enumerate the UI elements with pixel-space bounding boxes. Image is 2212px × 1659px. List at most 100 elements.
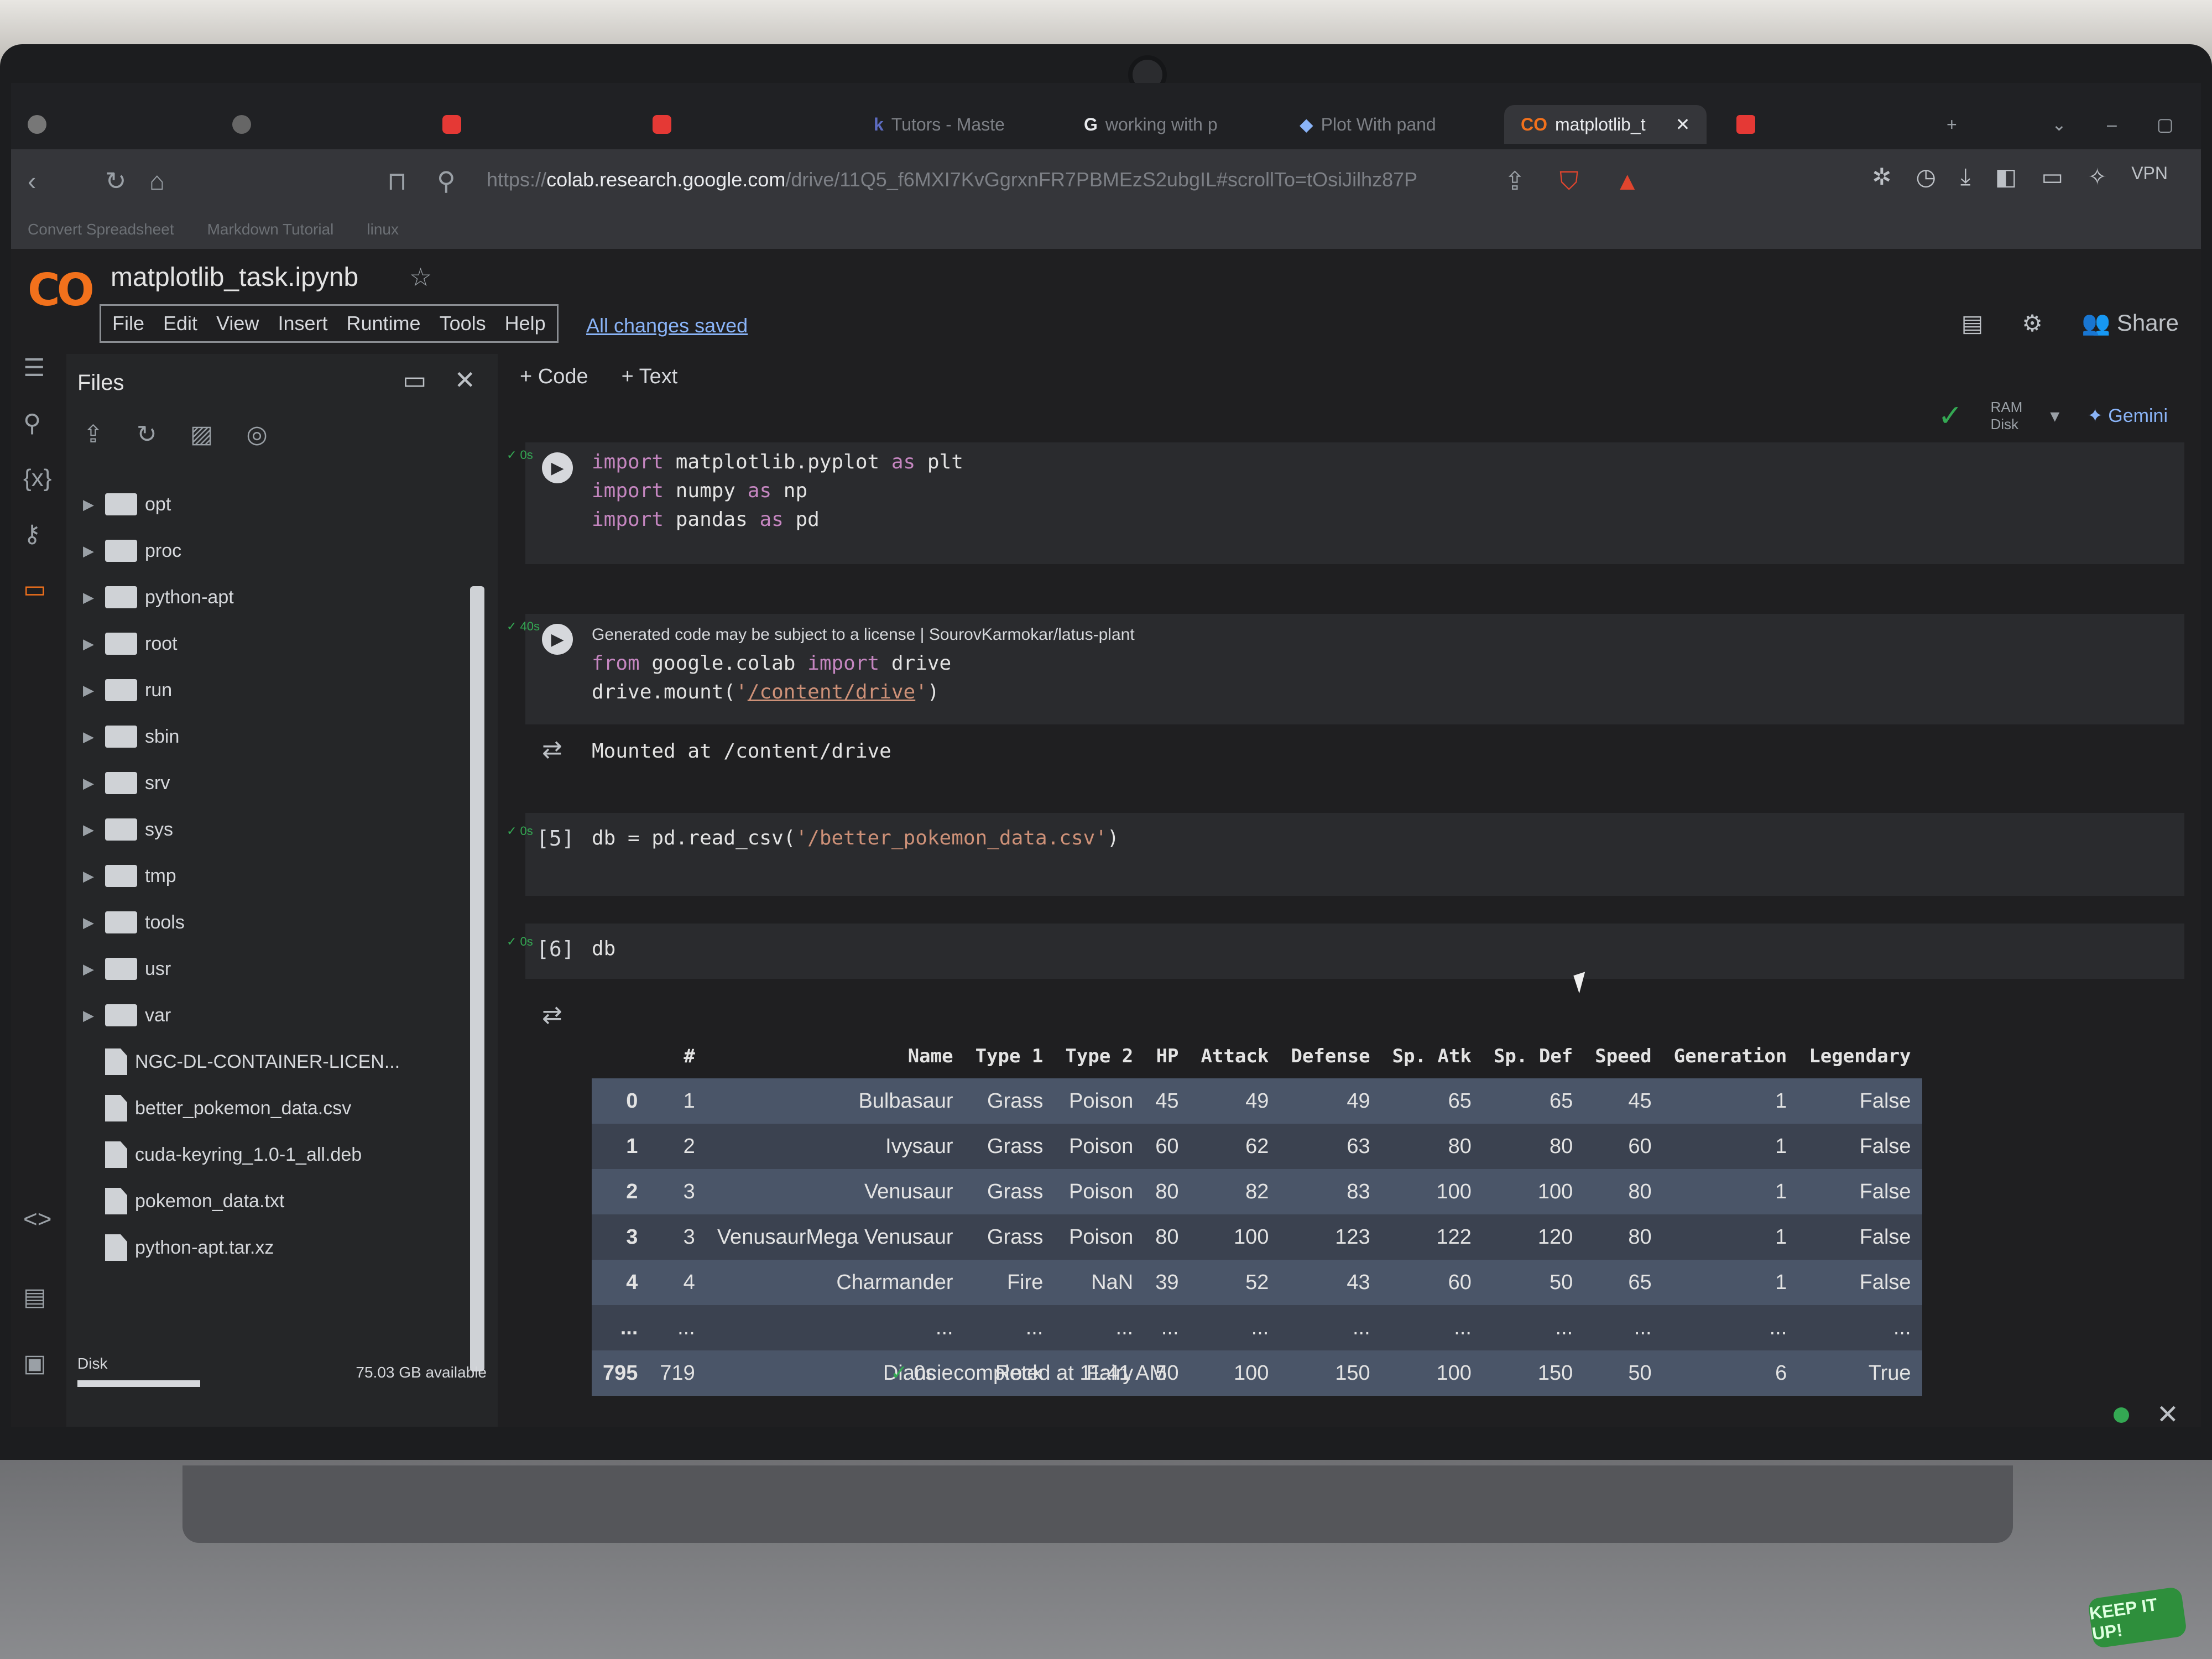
- file-item[interactable]: NGC-DL-CONTAINER-LICEN...: [66, 1039, 487, 1085]
- tab[interactable]: [232, 105, 251, 144]
- leo-icon[interactable]: ✧: [2088, 163, 2107, 190]
- run-cell-button[interactable]: ▶: [542, 452, 573, 483]
- menu-help[interactable]: Help: [505, 312, 546, 335]
- brave-shield-icon[interactable]: ⛉: [1559, 166, 1579, 197]
- close-tab-icon[interactable]: ✕: [1676, 114, 1691, 135]
- expand-arrow-icon[interactable]: ▶: [72, 914, 105, 931]
- site-settings-icon[interactable]: ⚲: [437, 166, 456, 196]
- output-toggle-icon[interactable]: ⇄: [542, 1001, 562, 1029]
- gemini-button[interactable]: ✦ Gemini: [2087, 405, 2168, 427]
- home-icon[interactable]: ⌂: [149, 166, 165, 196]
- new-tab-icon[interactable]: +: [1947, 105, 1957, 144]
- back-icon[interactable]: ‹: [28, 166, 36, 196]
- code-snippets-icon[interactable]: <>: [23, 1206, 51, 1233]
- code-cell[interactable]: ✓ 0s ▶ import matplotlib.pyplot as plt i…: [507, 442, 2184, 564]
- brave-rewards-icon[interactable]: ▲: [1615, 166, 1640, 196]
- code-cell[interactable]: ✓ 0s [5] db = pd.read_csv('/better_pokem…: [507, 813, 2184, 896]
- menu-insert[interactable]: Insert: [278, 312, 327, 335]
- vpn-button[interactable]: VPN: [2131, 163, 2168, 190]
- chevron-down-icon[interactable]: ⌄: [2052, 105, 2067, 144]
- hide-files-icon[interactable]: ◎: [246, 420, 267, 448]
- expand-arrow-icon[interactable]: ▶: [72, 635, 105, 653]
- folder-item[interactable]: ▶ sbin: [66, 713, 487, 760]
- expand-arrow-icon[interactable]: ▶: [72, 542, 105, 560]
- share-page-icon[interactable]: ⇪: [1504, 166, 1526, 196]
- share-button[interactable]: 👥 Share: [2081, 310, 2179, 337]
- notebook-title[interactable]: matplotlib_task.ipynb: [111, 262, 358, 293]
- folder-item[interactable]: ▶ python-apt: [66, 574, 487, 620]
- maximize-icon[interactable]: ▢: [2157, 105, 2173, 144]
- command-palette-icon[interactable]: ▤: [23, 1283, 46, 1311]
- expand-arrow-icon[interactable]: ▶: [72, 496, 105, 513]
- open-in-tab-icon[interactable]: ▭: [403, 365, 426, 395]
- output-toggle-icon[interactable]: ⇄: [542, 735, 562, 764]
- file-item[interactable]: pokemon_data.txt: [66, 1178, 487, 1224]
- browser-menu-icon[interactable]: [28, 105, 46, 144]
- folder-item[interactable]: ▶ tmp: [66, 853, 487, 899]
- add-code-cell-button[interactable]: + Code: [520, 365, 588, 389]
- tab[interactable]: ◆ Plot With pand: [1300, 105, 1436, 144]
- reload-icon[interactable]: ↻: [105, 166, 127, 196]
- tab[interactable]: Gworking with p: [1084, 105, 1218, 144]
- folder-item[interactable]: ▶ var: [66, 992, 487, 1039]
- menu-runtime[interactable]: Runtime: [347, 312, 421, 335]
- variables-icon[interactable]: {x}: [23, 465, 51, 492]
- terminal-icon[interactable]: ▣: [23, 1349, 46, 1378]
- menu-view[interactable]: View: [216, 312, 259, 335]
- sidebar-toggle-icon[interactable]: ◧: [1995, 163, 2017, 190]
- close-status-icon[interactable]: ✕: [2157, 1399, 2179, 1427]
- minimize-icon[interactable]: –: [2107, 105, 2117, 144]
- bookmark-item[interactable]: linux: [367, 221, 399, 238]
- download-icon[interactable]: ⤓: [1960, 163, 1971, 190]
- star-icon[interactable]: ☆: [409, 262, 432, 292]
- save-status[interactable]: All changes saved: [586, 314, 748, 337]
- refresh-icon[interactable]: ↻: [137, 420, 157, 448]
- tab[interactable]: [653, 105, 679, 144]
- tab[interactable]: k Tutors - Maste: [874, 105, 1005, 144]
- folder-item[interactable]: ▶ root: [66, 620, 487, 667]
- cell-code[interactable]: db: [592, 935, 615, 963]
- search-icon[interactable]: ⚲: [23, 409, 41, 437]
- file-item[interactable]: cuda-keyring_1.0-1_all.deb: [66, 1131, 487, 1178]
- expand-arrow-icon[interactable]: ▶: [72, 821, 105, 838]
- bookmark-item[interactable]: Convert Spreadsheet: [28, 221, 174, 238]
- folder-item[interactable]: ▶ opt: [66, 481, 487, 528]
- tab[interactable]: [1736, 105, 1755, 144]
- file-item[interactable]: better_pokemon_data.csv: [66, 1085, 487, 1131]
- expand-arrow-icon[interactable]: ▶: [72, 589, 105, 606]
- file-item[interactable]: python-apt.tar.xz: [66, 1224, 487, 1271]
- wallet-icon[interactable]: ▭: [2041, 163, 2063, 190]
- mount-drive-icon[interactable]: ▨: [190, 420, 213, 448]
- url-field[interactable]: https://colab.research.google.com/drive/…: [487, 161, 1482, 198]
- menu-tools[interactable]: Tools: [440, 312, 486, 335]
- history-icon[interactable]: ◷: [1916, 163, 1936, 190]
- files-scrollbar[interactable]: [470, 586, 484, 1371]
- folder-item[interactable]: ▶ srv: [66, 760, 487, 806]
- tab[interactable]: [442, 105, 469, 144]
- secrets-key-icon[interactable]: ⚷: [23, 520, 41, 548]
- settings-gear-icon[interactable]: ⚙: [2022, 310, 2043, 337]
- extensions-icon[interactable]: ✲: [1872, 163, 1891, 190]
- upload-file-icon[interactable]: ⇪: [83, 420, 103, 448]
- expand-arrow-icon[interactable]: ▶: [72, 961, 105, 978]
- expand-arrow-icon[interactable]: ▶: [72, 1007, 105, 1024]
- folder-item[interactable]: ▶ run: [66, 667, 487, 713]
- expand-arrow-icon[interactable]: ▶: [72, 775, 105, 792]
- menu-edit[interactable]: Edit: [163, 312, 197, 335]
- cell-code[interactable]: import matplotlib.pyplot as plt import n…: [592, 448, 963, 534]
- tab-active[interactable]: CO matplotlib_t ✕: [1504, 105, 1707, 144]
- files-folder-icon[interactable]: ▭: [23, 575, 46, 603]
- folder-item[interactable]: ▶ proc: [66, 528, 487, 574]
- code-cell[interactable]: ✓ 40s ▶ Generated code may be subject to…: [507, 614, 2184, 724]
- menu-file[interactable]: File: [112, 312, 144, 335]
- runtime-dropdown-icon[interactable]: ▾: [2050, 405, 2059, 427]
- folder-item[interactable]: ▶ sys: [66, 806, 487, 853]
- expand-arrow-icon[interactable]: ▶: [72, 682, 105, 699]
- colab-logo[interactable]: CO: [28, 264, 95, 316]
- folder-item[interactable]: ▶ tools: [66, 899, 487, 946]
- cell-code[interactable]: Generated code may be subject to a licen…: [592, 619, 1135, 707]
- cell-code[interactable]: db = pd.read_csv('/better_pokemon_data.c…: [592, 824, 1119, 853]
- close-icon[interactable]: ✕: [454, 365, 476, 395]
- comments-icon[interactable]: ▤: [1961, 310, 1984, 337]
- run-cell-button[interactable]: ▶: [542, 624, 573, 655]
